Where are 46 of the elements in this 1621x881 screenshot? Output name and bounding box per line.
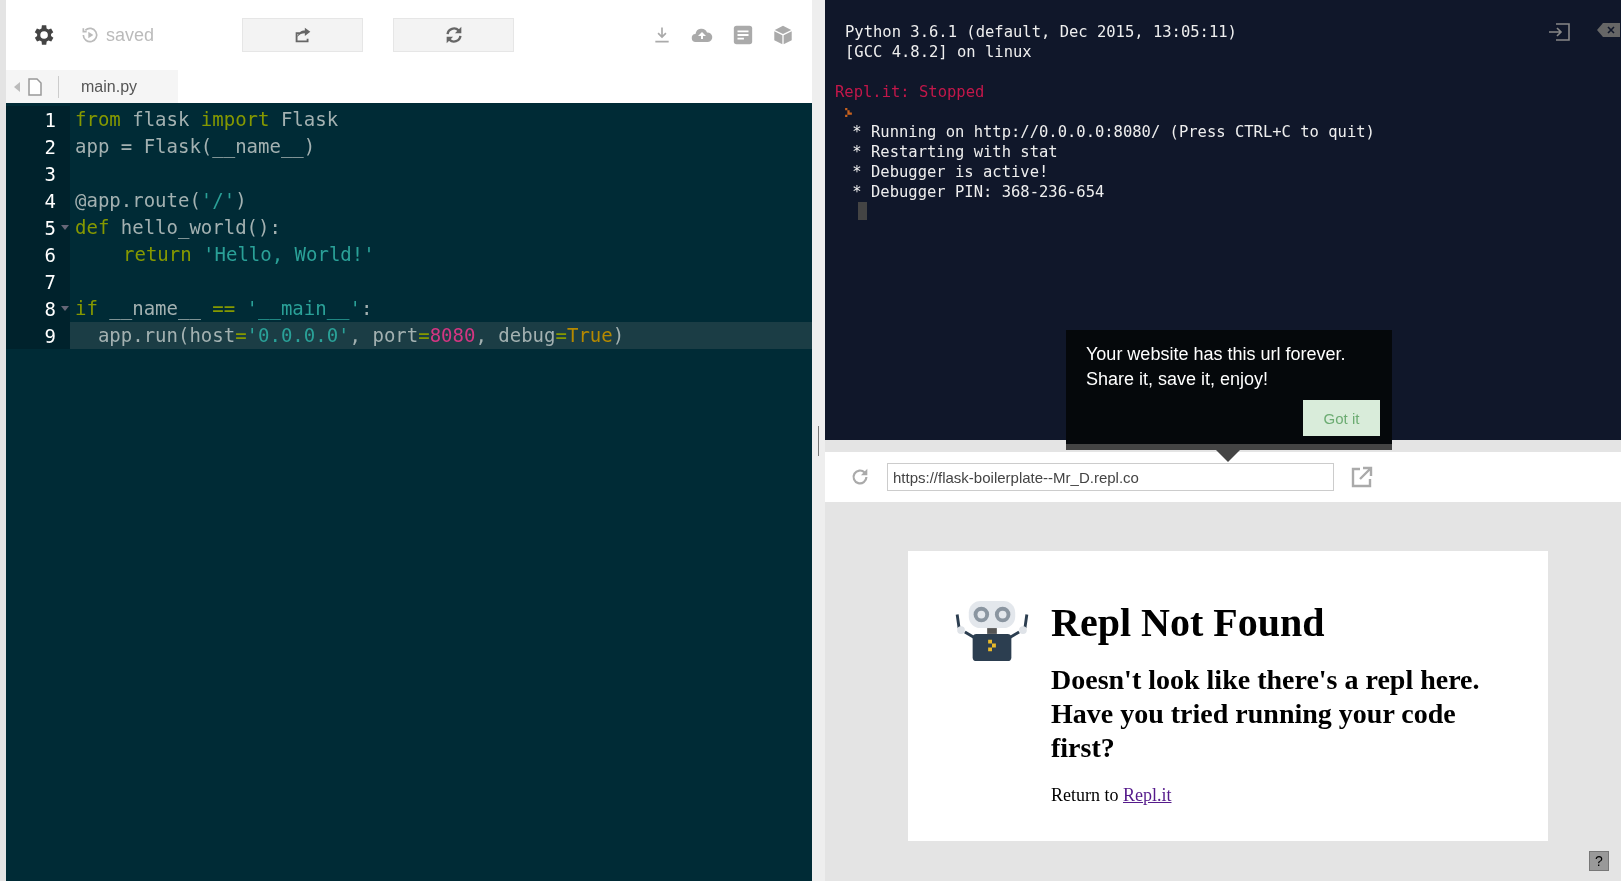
code-line: @app.route('/')	[74, 188, 248, 213]
prompt-icon	[845, 108, 852, 117]
code-line: app = Flask(__name__)	[74, 134, 317, 160]
share-button[interactable]	[242, 18, 364, 52]
line-number: 5	[44, 216, 56, 239]
file-icon[interactable]	[28, 77, 42, 96]
code-line: if __name__ == '__main__':	[74, 296, 374, 322]
cube-icon[interactable]	[772, 24, 794, 46]
tooltip-text: Your website has this url forever. Share it, save it, enjoy!	[1086, 343, 1347, 391]
help-button[interactable]: ?	[1589, 851, 1609, 871]
code-line: return 'Hello, World!'	[122, 242, 376, 267]
console-cursor	[858, 202, 867, 220]
page-title: Repl Not Found	[1051, 601, 1326, 645]
code-line: from flask import Flask	[74, 107, 340, 132]
console-output: * Restarting with stat	[851, 142, 1059, 162]
console-text: [GCC 4.8.2] on linux	[844, 42, 1032, 62]
document-icon[interactable]	[732, 24, 754, 46]
repl-link[interactable]: Repl.it	[1123, 785, 1172, 805]
save-status: saved	[106, 24, 155, 46]
line-number: 9	[44, 324, 56, 347]
backspace-clear-icon[interactable]	[1597, 22, 1621, 38]
console-output: * Debugger is active!	[851, 162, 1050, 182]
download-icon[interactable]	[652, 25, 672, 45]
line-number: 6	[44, 243, 56, 266]
code-line: def hello_world():	[74, 215, 282, 241]
console-status: Repl.it: Stopped	[835, 82, 986, 102]
collapse-arrow-icon[interactable]	[14, 81, 20, 92]
refresh-button[interactable]	[393, 18, 515, 52]
line-number: 1	[44, 108, 56, 131]
line-number: 4	[44, 189, 56, 212]
url-field[interactable]: https://flask-boilerplate--Mr_D.repl.co	[887, 463, 1334, 491]
console-text: Python 3.6.1 (default, Dec 2015, 13:05:11)	[844, 22, 1237, 42]
history-icon	[80, 25, 100, 45]
console-output: * Running on http://0.0.0.0:8080/ (Press CTRL+C to quit)	[851, 122, 1376, 142]
line-number: 7	[44, 270, 56, 293]
not-found-message: Doesn't look like there's a repl here. Have you tried running your code first?	[1051, 663, 1481, 765]
line-number: 2	[44, 135, 56, 158]
fold-arrow-icon[interactable]	[61, 306, 69, 311]
console-output: * Debugger PIN: 368-236-654	[851, 182, 1106, 202]
return-text: Return to	[1051, 785, 1119, 805]
line-number: 8	[44, 297, 56, 320]
enter-icon[interactable]	[1547, 22, 1571, 42]
open-external-icon[interactable]	[1350, 465, 1374, 489]
line-number: 3	[44, 162, 56, 185]
fold-arrow-icon[interactable]	[61, 225, 69, 230]
file-tab[interactable]: main.py	[81, 77, 138, 96]
